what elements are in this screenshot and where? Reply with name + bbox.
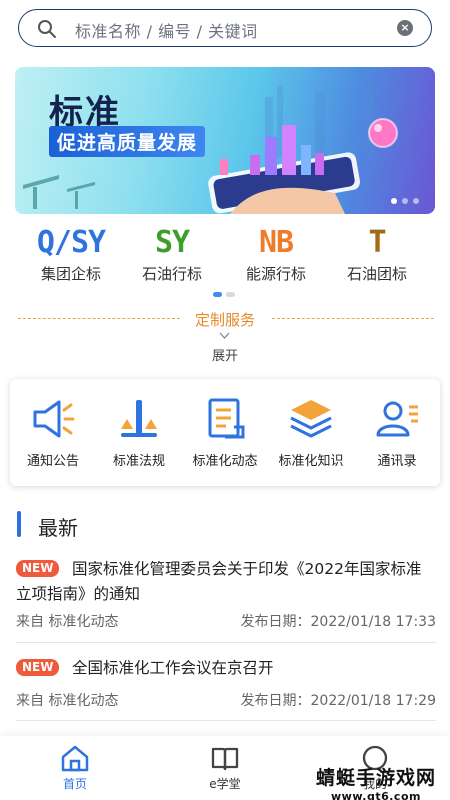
scale-icon <box>121 400 157 437</box>
new-badge: NEW <box>16 560 60 577</box>
section-marker <box>17 511 21 537</box>
category-t[interactable]: T 石油团标 <box>322 225 432 284</box>
nav-home[interactable]: 首页 <box>30 744 120 792</box>
category-name: 石油行标 <box>141 265 202 283</box>
tool-news[interactable]: 标准化动态 <box>182 397 268 469</box>
category-name: 集团企标 <box>40 265 101 283</box>
divider <box>16 720 436 721</box>
contacts-icon <box>376 401 418 437</box>
news-item[interactable]: NEW 国家标准化管理委员会关于印发《2022年国家标准立项指南》的通知 来自 … <box>16 557 436 633</box>
tool-label: 标准化知识 <box>278 454 344 469</box>
megaphone-icon <box>33 400 75 438</box>
watermark: 蜻蜓手游戏网 www.qt6.com <box>316 763 436 800</box>
news-source: 来自 标准化动态 <box>16 693 119 709</box>
tool-regulation[interactable]: 标准法规 <box>96 397 182 469</box>
category-code: Q/SY <box>36 225 106 260</box>
chevron-down-icon[interactable] <box>219 330 230 341</box>
tool-notice[interactable]: 通知公告 <box>10 397 96 469</box>
category-row: Q/SY 集团企标 SY 石油行标 NB 能源行标 T 石油团标 <box>0 225 450 287</box>
banner-pagination <box>391 198 419 204</box>
category-code: T <box>368 225 386 260</box>
category-name: 石油团标 <box>346 265 407 283</box>
layers-icon <box>290 400 332 438</box>
tool-knowledge[interactable]: 标准化知识 <box>268 397 354 469</box>
category-code: SY <box>154 225 190 260</box>
nav-label: 首页 <box>62 777 87 791</box>
banner-subtitle: 促进高质量发展 <box>49 126 206 157</box>
new-badge: NEW <box>16 659 60 676</box>
search-icon <box>38 20 56 38</box>
news-date: 发布日期：2022/01/18 17:33 <box>240 614 437 630</box>
divider <box>16 642 436 643</box>
tool-label: 通知公告 <box>26 454 79 469</box>
custom-service-title: 定制服务 <box>194 311 255 329</box>
category-code: NB <box>258 225 294 260</box>
book-icon <box>211 747 239 771</box>
news-meta: 来自 标准化动态 发布日期：2022/01/18 17:33 <box>16 611 436 631</box>
search-input[interactable]: 标准名称 / 编号 / 关键词 <box>75 18 258 42</box>
search-bar[interactable]: 标准名称 / 编号 / 关键词 × <box>18 9 432 47</box>
clear-icon[interactable]: × <box>397 20 413 36</box>
expand-button[interactable]: 展开 <box>0 345 450 364</box>
news-date: 发布日期：2022/01/18 17:29 <box>240 693 437 709</box>
latest-title: 最新 <box>38 516 78 540</box>
nav-elearning[interactable]: e学堂 <box>180 744 270 792</box>
category-name: 能源行标 <box>245 265 306 283</box>
tool-contacts[interactable]: 通讯录 <box>354 397 440 469</box>
news-title: 国家标准化管理委员会关于印发《2022年国家标准立项指南》的通知 <box>16 560 422 603</box>
watermark-title: 蜻蜓手游戏网 <box>315 767 436 789</box>
news-source: 来自 标准化动态 <box>16 614 119 630</box>
watermark-url: www.qt6.com <box>331 790 421 800</box>
document-icon <box>208 398 245 439</box>
category-qsy[interactable]: Q/SY 集团企标 <box>16 225 126 284</box>
tool-label: 通讯录 <box>377 454 417 469</box>
news-item[interactable]: NEW 全国标准化工作会议在京召开 来自 标准化动态 发布日期：2022/01/… <box>16 656 436 712</box>
category-nb[interactable]: NB 能源行标 <box>221 225 331 284</box>
promo-banner[interactable]: 标准 促进高质量发展 <box>15 67 435 214</box>
tool-label: 标准法规 <box>112 454 165 469</box>
tools-card: 通知公告 标准法规 标准化动态 标准化知识 通讯录 <box>10 379 440 486</box>
news-title: 全国标准化工作会议在京召开 <box>72 659 274 677</box>
nav-label: e学堂 <box>209 777 241 791</box>
news-meta: 来自 标准化动态 发布日期：2022/01/18 17:29 <box>16 690 436 710</box>
home-icon <box>61 745 89 772</box>
category-sy[interactable]: SY 石油行标 <box>117 225 227 284</box>
tool-label: 标准化动态 <box>192 454 258 469</box>
category-pagination <box>213 292 235 297</box>
